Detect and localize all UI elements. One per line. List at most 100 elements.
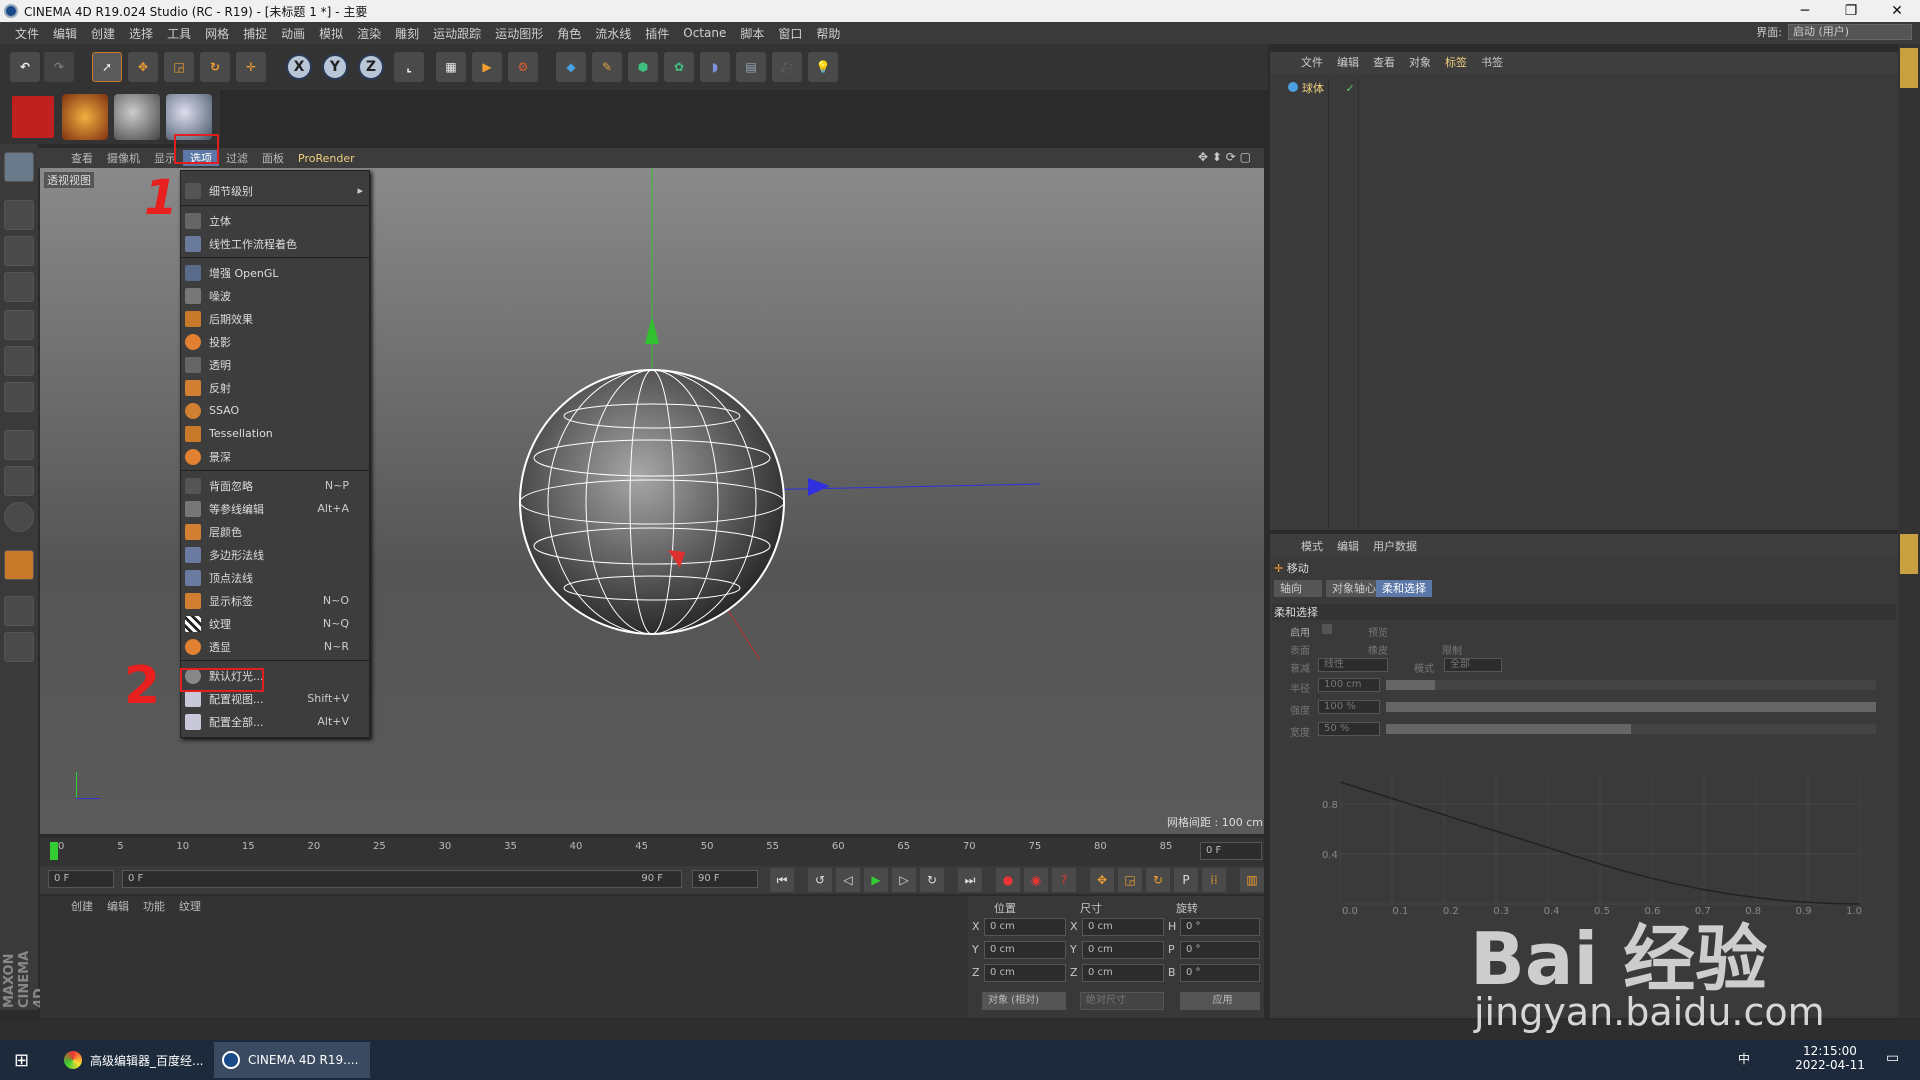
- snap-icon[interactable]: [4, 502, 34, 532]
- key-param-icon[interactable]: P: [1174, 868, 1198, 892]
- deformer-icon[interactable]: ◗: [700, 52, 730, 82]
- obj-menu-edit[interactable]: 编辑: [1330, 54, 1366, 70]
- axis-mode-icon[interactable]: [4, 430, 34, 460]
- menu-character[interactable]: 角色: [550, 25, 588, 42]
- prev-key-icon[interactable]: ↺: [808, 868, 832, 892]
- current-frame-field[interactable]: 0 F: [1200, 842, 1262, 860]
- mat-menu-edit[interactable]: 编辑: [100, 898, 136, 914]
- position-x-field[interactable]: 0 cm: [984, 918, 1066, 936]
- visibility-check-icon[interactable]: ✓: [1346, 82, 1355, 95]
- subdivision-icon[interactable]: ⬢: [628, 52, 658, 82]
- menu-item-ssao[interactable]: SSAO: [181, 399, 369, 422]
- menu-item-tessellation[interactable]: Tessellation: [181, 422, 369, 445]
- y-axis-lock-icon[interactable]: Y: [322, 54, 348, 80]
- keyframe-selection-icon[interactable]: ?: [1052, 868, 1076, 892]
- tab-soft-selection[interactable]: 柔和选择: [1376, 580, 1432, 597]
- select-tool-icon[interactable]: ➚: [92, 52, 122, 82]
- menu-render[interactable]: 渲染: [350, 25, 388, 42]
- mat-menu-create[interactable]: 创建: [64, 898, 100, 914]
- material-sphere-icon[interactable]: [114, 94, 160, 140]
- side-tab-objects[interactable]: [1900, 48, 1918, 88]
- next-frame-icon[interactable]: ▷: [892, 868, 916, 892]
- menu-item-display-tags[interactable]: 显示标签 N~O: [181, 589, 369, 612]
- vp-menu-view[interactable]: 查看: [64, 150, 100, 166]
- render-picture-viewer-icon[interactable]: ▶: [472, 52, 502, 82]
- strength-slider[interactable]: [1386, 702, 1876, 712]
- go-to-start-icon[interactable]: ⏮: [770, 868, 794, 892]
- menu-motion-tracker[interactable]: 运动跟踪: [426, 25, 488, 42]
- coord-mode-dropdown[interactable]: 对象 (相对): [982, 992, 1066, 1010]
- render-settings-icon[interactable]: ⚙: [508, 52, 538, 82]
- frame-range-slider[interactable]: 0 F 90 F: [122, 870, 682, 888]
- strength-field[interactable]: 100 %: [1318, 700, 1380, 714]
- coordinate-system-icon[interactable]: ⌞: [394, 52, 424, 82]
- x-axis-lock-icon[interactable]: X: [286, 54, 312, 80]
- menu-item-stereoscopic[interactable]: 立体: [181, 209, 369, 232]
- obj-menu-bookmarks[interactable]: 书签: [1474, 54, 1510, 70]
- texture-mode-icon[interactable]: [4, 236, 34, 266]
- points-mode-icon[interactable]: [4, 310, 34, 340]
- obj-menu-objects[interactable]: 对象: [1402, 54, 1438, 70]
- menu-simulate[interactable]: 模拟: [312, 25, 350, 42]
- menu-window[interactable]: 窗口: [771, 25, 809, 42]
- close-button[interactable]: ✕: [1874, 0, 1920, 22]
- attr-menu-mode[interactable]: 模式: [1294, 538, 1330, 554]
- taskbar-browser[interactable]: 高级编辑器_百度经...: [56, 1042, 206, 1078]
- next-key-icon[interactable]: ↻: [920, 868, 944, 892]
- menu-octane[interactable]: Octane: [676, 26, 733, 40]
- menu-item-textures[interactable]: 纹理 N~Q: [181, 612, 369, 635]
- menu-item-polygon-normals[interactable]: 多边形法线: [181, 543, 369, 566]
- key-position-icon[interactable]: ✥: [1090, 868, 1114, 892]
- workplane-icon[interactable]: [4, 596, 34, 626]
- menu-item-shadows[interactable]: 投影: [181, 330, 369, 353]
- position-y-field[interactable]: 0 cm: [984, 941, 1066, 959]
- redo-icon[interactable]: ↷: [44, 52, 74, 82]
- cloner-icon[interactable]: ✿: [664, 52, 694, 82]
- apply-button[interactable]: 应用: [1180, 992, 1260, 1010]
- menu-create[interactable]: 创建: [84, 25, 122, 42]
- enable-checkbox[interactable]: [1322, 624, 1332, 634]
- key-scale-icon[interactable]: ◲: [1118, 868, 1142, 892]
- menu-item-noise[interactable]: 噪波: [181, 284, 369, 307]
- attr-menu-edit[interactable]: 编辑: [1330, 538, 1366, 554]
- menu-item-backface-culling[interactable]: 背面忽略 N~P: [181, 474, 369, 497]
- auto-key-icon[interactable]: ◉: [1024, 868, 1048, 892]
- tab-object-axis[interactable]: 对象轴心: [1326, 580, 1382, 597]
- menu-item-post-effects[interactable]: 后期效果: [181, 307, 369, 330]
- octane-render-icon[interactable]: [10, 94, 56, 140]
- size-y-field[interactable]: 0 cm: [1082, 941, 1164, 959]
- vp-menu-camera[interactable]: 摄像机: [100, 150, 147, 166]
- timeline-ruler[interactable]: 051015202530354045505560657075808590: [40, 838, 1264, 866]
- layout-dropdown[interactable]: 启动 (用户): [1788, 24, 1912, 40]
- menu-item-vertex-normals[interactable]: 顶点法线: [181, 566, 369, 589]
- menu-item-level-of-detail[interactable]: 细节级别 ▸: [181, 179, 369, 202]
- mat-menu-function[interactable]: 功能: [136, 898, 172, 914]
- menu-item-layer-color[interactable]: 层颜色: [181, 520, 369, 543]
- key-rotation-icon[interactable]: ↻: [1146, 868, 1170, 892]
- edges-mode-icon[interactable]: [4, 346, 34, 376]
- workplane-mode-icon[interactable]: [4, 272, 34, 302]
- go-to-end-icon[interactable]: ⏭: [958, 868, 982, 892]
- menu-select[interactable]: 选择: [122, 25, 160, 42]
- key-pla-icon[interactable]: ⁞⁞: [1202, 868, 1226, 892]
- menu-plugins[interactable]: 插件: [638, 25, 676, 42]
- attr-menu-user-data[interactable]: 用户数据: [1366, 538, 1424, 554]
- menu-item-depth-of-field[interactable]: 景深: [181, 445, 369, 468]
- menu-item-isoparm-editing[interactable]: 等参线编辑 Alt+A: [181, 497, 369, 520]
- size-mode-dropdown[interactable]: 绝对尺寸: [1080, 992, 1164, 1010]
- radius-slider[interactable]: [1386, 680, 1876, 690]
- object-row-sphere[interactable]: 球体 ✓: [1274, 80, 1474, 96]
- radius-field[interactable]: 100 cm: [1318, 678, 1380, 692]
- menu-mesh[interactable]: 网格: [198, 25, 236, 42]
- vp-menu-prorender[interactable]: ProRender: [291, 152, 362, 165]
- octane-material-icon[interactable]: [62, 94, 108, 140]
- camera-icon[interactable]: 🎥: [772, 52, 802, 82]
- notification-icon[interactable]: ▭: [1886, 1050, 1899, 1066]
- polygons-mode-icon[interactable]: [4, 382, 34, 412]
- width-field[interactable]: 50 %: [1318, 722, 1380, 736]
- restore-button[interactable]: ❐: [1828, 0, 1874, 22]
- rotation-b-field[interactable]: 0 °: [1180, 964, 1260, 982]
- rotation-p-field[interactable]: 0 °: [1180, 941, 1260, 959]
- falloff-curve-graph[interactable]: [1310, 764, 1890, 914]
- undo-icon[interactable]: ↶: [10, 52, 40, 82]
